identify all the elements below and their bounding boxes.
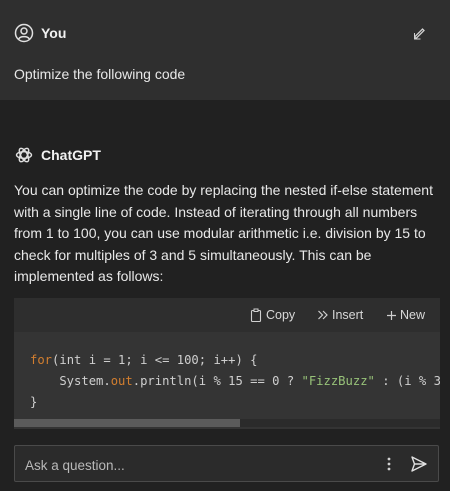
ask-input[interactable]	[23, 454, 367, 476]
new-button[interactable]: New	[386, 306, 425, 324]
send-icon[interactable]	[409, 454, 429, 474]
copy-label: Copy	[266, 308, 296, 322]
code-text: : (i % 3 == 0 ? "Fizz" : (i % 5 == 0 ? "…	[382, 374, 440, 388]
code-line-1: for(int i = 1; i <= 100; i++) {	[30, 353, 257, 367]
user-message-section: You Optimize the following code	[0, 0, 450, 100]
openai-logo-icon	[15, 147, 33, 163]
code-toolbar: Copy Insert New	[14, 298, 440, 332]
code-content: for(int i = 1; i <= 100; i++) { System.o…	[30, 350, 440, 413]
person-circle-icon	[14, 23, 34, 43]
code-line-2: System.out.println(i % 15 == 0 ? "FizzBu…	[30, 374, 440, 388]
insert-button[interactable]: Insert	[317, 306, 363, 324]
edit-pencil-icon[interactable]	[412, 25, 428, 41]
keyword-token: out	[110, 374, 133, 388]
assistant-message-text: You can optimize the code by replacing t…	[14, 182, 433, 284]
code-line-3: }	[30, 395, 38, 409]
code-block: Copy Insert New for(int i = 1; i <= 100;…	[14, 298, 440, 429]
new-label: New	[400, 308, 426, 322]
scrollbar-thumb[interactable]	[14, 419, 240, 427]
double-chevron-right-icon	[318, 310, 328, 320]
plus-icon	[387, 310, 396, 320]
code-text: System.	[30, 374, 111, 388]
user-name: You	[41, 25, 67, 41]
vertical-ellipsis-icon[interactable]	[383, 455, 395, 473]
copy-button[interactable]: Copy	[250, 306, 295, 324]
composer-box	[14, 445, 439, 482]
string-token: "FizzBuzz"	[301, 374, 375, 388]
user-message-text: Optimize the following code	[14, 66, 186, 82]
code-text: .println(i % 15 == 0 ?	[132, 374, 302, 388]
insert-label: Insert	[332, 308, 364, 322]
assistant-name: ChatGPT	[41, 147, 101, 163]
copy-icon	[250, 308, 262, 322]
code-text: (int i = 1; i <= 100; i++) {	[52, 353, 258, 367]
keyword-token: for	[30, 353, 53, 367]
